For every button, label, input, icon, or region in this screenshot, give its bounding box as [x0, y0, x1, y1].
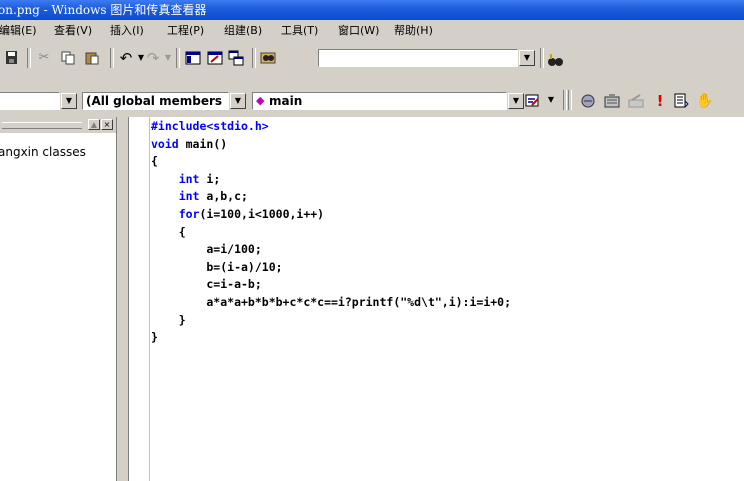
code-token: b=(i-a)/10;	[151, 259, 283, 274]
code-line[interactable]: {	[151, 224, 511, 242]
menu-tools[interactable]: 工具(T)	[281, 20, 318, 42]
code-line[interactable]: {	[151, 153, 511, 171]
code-line[interactable]: for(i=100,i<1000,i++)	[151, 206, 511, 224]
toolbar-separator	[568, 90, 572, 110]
undo-icon[interactable]: ↶	[118, 50, 134, 66]
title-bar: on.png - Windows 图片和传真查看器	[0, 0, 744, 20]
toolbar-separator	[27, 48, 31, 68]
code-token: a=i/100;	[151, 242, 262, 257]
window-list-icon[interactable]	[228, 50, 244, 66]
wizard-action-dropdown-icon[interactable]: ▼	[543, 92, 559, 108]
workspace-panel: ▲ × angxin classes	[0, 117, 117, 481]
code-keyword: for	[178, 206, 200, 221]
toolbar-separator	[252, 48, 256, 68]
function-combo-value: main	[269, 94, 303, 108]
find-in-files-icon[interactable]	[260, 50, 276, 66]
code-token: }	[151, 330, 158, 345]
toolbar-separator	[176, 48, 180, 68]
breakpoint-list-icon[interactable]	[673, 93, 689, 109]
code-token: {	[151, 224, 186, 239]
code-token: a*a*a+b*b*b+c*c*c==i?printf("%d\t",i):i=…	[151, 294, 512, 309]
function-combo[interactable]: ◆ main	[252, 92, 507, 110]
toolbar-separator	[110, 48, 114, 68]
save-all-icon[interactable]	[4, 50, 20, 66]
members-combo-dropdown[interactable]: ▼	[230, 93, 246, 109]
code-token: (i=100,i<1000,i++)	[199, 206, 325, 221]
code-line[interactable]: c=i-a-b;	[151, 276, 511, 294]
find-combo-dropdown[interactable]: ▼	[519, 50, 535, 66]
toolbar-separator	[563, 90, 567, 110]
code-line[interactable]: }	[151, 329, 511, 347]
class-combo-dropdown[interactable]: ▼	[61, 93, 77, 109]
find-combo[interactable]	[318, 49, 518, 67]
code-keyword: #include<stdio.h>	[151, 119, 269, 133]
workspace-icon[interactable]	[185, 50, 201, 66]
redo-dropdown-icon[interactable]: ▼	[160, 50, 176, 66]
copy-icon[interactable]	[60, 50, 76, 66]
execute-icon[interactable]: !	[652, 93, 668, 109]
code-keyword: void	[151, 136, 179, 151]
code-token: main()	[178, 136, 228, 151]
code-line[interactable]: int i;	[151, 171, 511, 189]
toolbar-separator	[540, 48, 544, 68]
members-combo-value: (All global members	[86, 94, 223, 108]
code-line[interactable]: }	[151, 312, 511, 330]
code-token: i;	[199, 171, 221, 186]
standard-toolbar: ✂ ↶ ▼ ↷ ▼ ▼	[0, 44, 744, 72]
members-combo[interactable]: (All global members	[82, 92, 229, 110]
code-line[interactable]: a*a*a+b*b*b+c*c*c==i?printf("%d\t",i):i=…	[151, 294, 511, 312]
function-combo-dropdown[interactable]: ▼	[508, 93, 524, 109]
tree-item-classes[interactable]: angxin classes	[0, 145, 86, 159]
editor-gutter[interactable]	[129, 117, 150, 481]
code-keyword: int	[178, 189, 200, 204]
code-token: }	[151, 312, 186, 327]
menu-bar: 编辑(E) 查看(V) 插入(I) 工程(P) 组建(B) 工具(T) 窗口(W…	[0, 20, 744, 42]
code-line[interactable]: void main()	[151, 136, 511, 154]
code-token: c=i-a-b;	[151, 277, 262, 292]
code-line[interactable]: #include<stdio.h>	[151, 118, 511, 136]
menu-build[interactable]: 组建(B)	[224, 20, 262, 42]
menu-view[interactable]: 查看(V)	[54, 20, 92, 42]
code-token: a,b,c;	[199, 189, 248, 204]
class-combo[interactable]	[0, 92, 60, 110]
wizard-bar: ▼ (All global members ▼ ◆ main ▼ ▼ ! ✋	[0, 86, 744, 114]
code-line[interactable]: b=(i-a)/10;	[151, 259, 511, 277]
find-icon[interactable]	[547, 52, 563, 68]
panel-grip[interactable]	[2, 122, 82, 129]
redo-icon[interactable]: ↷	[145, 50, 161, 66]
menu-project[interactable]: 工程(P)	[167, 20, 204, 42]
code-editor[interactable]: #include<stdio.h> void main(){ int i; int…	[128, 117, 744, 481]
panel-restore-button[interactable]: ▲	[88, 119, 100, 130]
code-keyword: int	[178, 171, 200, 186]
stop-build-icon[interactable]	[628, 93, 644, 109]
menu-edit[interactable]: 编辑(E)	[0, 20, 37, 42]
window-title: on.png - Windows 图片和传真查看器	[0, 3, 207, 17]
cut-icon[interactable]: ✂	[36, 50, 52, 66]
function-diamond-icon: ◆	[256, 94, 265, 107]
menu-insert[interactable]: 插入(I)	[110, 20, 144, 42]
wizard-action-icon[interactable]	[525, 93, 541, 109]
code-text[interactable]: #include<stdio.h> void main(){ int i; int…	[151, 118, 511, 347]
paste-icon[interactable]	[84, 50, 100, 66]
hand-icon[interactable]: ✋	[696, 93, 713, 109]
output-icon[interactable]	[207, 50, 223, 66]
menu-window[interactable]: 窗口(W)	[338, 20, 379, 42]
panel-splitter[interactable]	[117, 117, 128, 481]
code-line[interactable]: int a,b,c;	[151, 188, 511, 206]
code-line[interactable]: a=i/100;	[151, 241, 511, 259]
code-token: {	[151, 154, 158, 169]
panel-close-button[interactable]: ×	[101, 119, 113, 130]
workspace-panel-header: ▲ ×	[0, 117, 116, 133]
build-icon[interactable]	[604, 93, 620, 109]
menu-help[interactable]: 帮助(H)	[394, 20, 433, 42]
compile-icon[interactable]	[580, 93, 596, 109]
